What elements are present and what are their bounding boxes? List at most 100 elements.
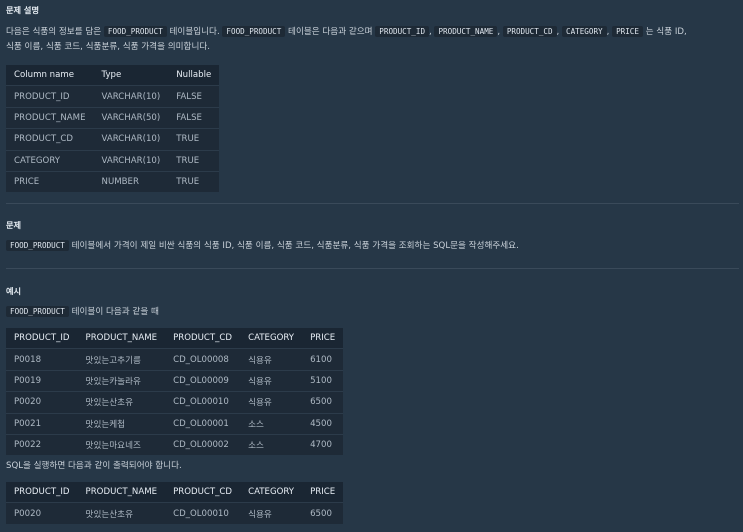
- table-cell: VARCHAR(50): [93, 106, 169, 129]
- desc-text-4: 는 식품 ID,: [645, 27, 687, 37]
- table-header-row: PRODUCT_ID PRODUCT_NAME PRODUCT_CD CATEG…: [6, 328, 344, 350]
- code-product-name: PRODUCT_NAME: [434, 26, 498, 37]
- table-cell: P0022: [6, 433, 78, 456]
- table-cell: 식용유: [240, 369, 303, 392]
- table-row: P0019 맛있는카놀라유 CD_OL00009 식용유 5100: [6, 369, 344, 392]
- table-header-cell: PRODUCT_NAME: [77, 328, 166, 350]
- code-product-id: PRODUCT_ID: [375, 26, 430, 37]
- table-cell: 소스: [240, 412, 303, 435]
- table-cell: P0018: [6, 348, 78, 371]
- table-cell: PRODUCT_CD: [6, 128, 94, 151]
- table-cell: PRODUCT_NAME: [6, 106, 94, 129]
- table-cell: FALSE: [168, 85, 220, 108]
- example-table: PRODUCT_ID PRODUCT_NAME PRODUCT_CD CATEG…: [6, 328, 344, 456]
- table-cell: VARCHAR(10): [93, 85, 169, 108]
- separator: ,: [606, 27, 610, 37]
- table-row: PRODUCT_ID VARCHAR(10) FALSE: [6, 85, 220, 108]
- table-header-row: Column name Type Nullable: [6, 65, 220, 87]
- table-cell: 식용유: [240, 502, 303, 524]
- result-intro-text: SQL을 실행하면 다음과 같이 출력되어야 합니다.: [6, 461, 182, 471]
- table-header-cell: CATEGORY: [240, 482, 303, 504]
- table-header-cell: Column name: [6, 65, 94, 87]
- table-cell: TRUE: [168, 170, 220, 193]
- table-row: P0022 맛있는마요네즈 CD_OL00002 소스 4700: [6, 433, 344, 456]
- section-title-example: 예시: [6, 286, 22, 296]
- table-cell: P0020: [6, 502, 78, 524]
- code-price: PRICE: [612, 26, 643, 37]
- table-cell: 5100: [302, 369, 344, 392]
- problem-text: 테이블에서 가격이 제일 비싼 식품의 식품 ID, 식품 이름, 식품 코드,…: [71, 241, 519, 251]
- desc-text-5: 식품 이름, 식품 코드, 식품분류, 식품 가격을 의미합니다.: [6, 42, 210, 52]
- table-cell: PRICE: [6, 170, 94, 193]
- table-row: CATEGORY VARCHAR(10) TRUE: [6, 149, 220, 172]
- table-cell: VARCHAR(10): [93, 149, 169, 172]
- table-cell: CD_OL00009: [165, 369, 241, 392]
- section-title-problem: 문제: [6, 220, 22, 230]
- table-row: PRICE NUMBER TRUE: [6, 170, 220, 193]
- example-intro-text: 테이블이 다음과 같을 때: [71, 307, 159, 317]
- table-cell: 식용유: [240, 391, 303, 414]
- table-cell: 4500: [302, 412, 344, 435]
- table-header-cell: CATEGORY: [240, 328, 303, 350]
- section-title-description: 문제 설명: [6, 5, 39, 15]
- table-cell: FALSE: [168, 106, 220, 129]
- table-cell: CD_OL00010: [165, 502, 241, 524]
- code-food-product: FOOD_PRODUCT: [6, 240, 69, 251]
- table-header-cell: PRICE: [302, 482, 344, 504]
- table-row: P0020 맛있는산초유 CD_OL00010 식용유 6500: [6, 502, 344, 524]
- code-category: CATEGORY: [562, 26, 607, 37]
- code-food-product: FOOD_PRODUCT: [103, 26, 167, 37]
- table-header-row: PRODUCT_ID PRODUCT_NAME PRODUCT_CD CATEG…: [6, 482, 344, 504]
- code-product-cd: PRODUCT_CD: [502, 26, 557, 37]
- table-cell: CD_OL00008: [165, 348, 241, 371]
- table-row: PRODUCT_CD VARCHAR(10) TRUE: [6, 128, 220, 151]
- table-cell: 식용유: [240, 348, 303, 371]
- table-cell: P0021: [6, 412, 78, 435]
- table-cell: 맛있는카놀라유: [77, 369, 166, 392]
- table-cell: 맛있는산초유: [77, 391, 166, 414]
- result-table: PRODUCT_ID PRODUCT_NAME PRODUCT_CD CATEG…: [6, 482, 344, 524]
- table-cell: 맛있는케첩: [77, 412, 166, 435]
- table-header-cell: PRODUCT_ID: [6, 482, 78, 504]
- table-cell: 6100: [302, 348, 344, 371]
- table-cell: CD_OL00002: [165, 433, 241, 456]
- table-cell: 4700: [302, 433, 344, 456]
- table-cell: P0019: [6, 369, 78, 392]
- table-cell: 맛있는마요네즈: [77, 433, 166, 456]
- table-cell: TRUE: [168, 128, 220, 151]
- desc-text-3: 테이블은 다음과 같으며: [288, 27, 373, 37]
- divider: [6, 203, 739, 204]
- table-cell: 6500: [302, 502, 344, 524]
- separator: ,: [429, 27, 432, 37]
- table-cell: CD_OL00010: [165, 391, 241, 414]
- example-intro: FOOD_PRODUCT 테이블이 다음과 같을 때: [6, 304, 159, 320]
- table-row: P0020 맛있는산초유 CD_OL00010 식용유 6500: [6, 391, 344, 414]
- schema-table: Column name Type Nullable PRODUCT_ID VAR…: [6, 65, 220, 193]
- table-cell: TRUE: [168, 149, 220, 172]
- table-cell: CD_OL00001: [165, 412, 241, 435]
- table-cell: 소스: [240, 433, 303, 456]
- table-header-cell: PRICE: [302, 328, 344, 350]
- separator: ,: [556, 27, 560, 37]
- table-cell: NUMBER: [93, 170, 169, 193]
- table-header-cell: Type: [93, 65, 169, 87]
- table-cell: 맛있는고추기름: [77, 348, 166, 371]
- table-header-cell: PRODUCT_NAME: [77, 482, 166, 504]
- desc-text-2: 테이블입니다.: [169, 27, 220, 37]
- table-cell: CATEGORY: [6, 149, 94, 172]
- table-row: P0018 맛있는고추기름 CD_OL00008 식용유 6100: [6, 348, 344, 371]
- table-cell: 맛있는산초유: [77, 502, 166, 524]
- desc-text-1: 다음은 식품의 정보를 담은: [6, 27, 102, 37]
- table-cell: 6500: [302, 391, 344, 414]
- table-header-cell: PRODUCT_ID: [6, 328, 78, 350]
- description-paragraph: 다음은 식품의 정보를 담은 FOOD_PRODUCT 테이블입니다. FOOD…: [6, 24, 739, 55]
- divider: [6, 268, 739, 269]
- table-header-cell: Nullable: [168, 65, 220, 87]
- table-cell: VARCHAR(10): [93, 128, 169, 151]
- table-header-cell: PRODUCT_CD: [165, 328, 241, 350]
- code-food-product: FOOD_PRODUCT: [6, 306, 69, 317]
- table-cell: PRODUCT_ID: [6, 85, 94, 108]
- table-header-cell: PRODUCT_CD: [165, 482, 241, 504]
- problem-paragraph: FOOD_PRODUCT 테이블에서 가격이 제일 비싼 식품의 식품 ID, …: [6, 238, 519, 254]
- table-row: P0021 맛있는케첩 CD_OL00001 소스 4500: [6, 412, 344, 435]
